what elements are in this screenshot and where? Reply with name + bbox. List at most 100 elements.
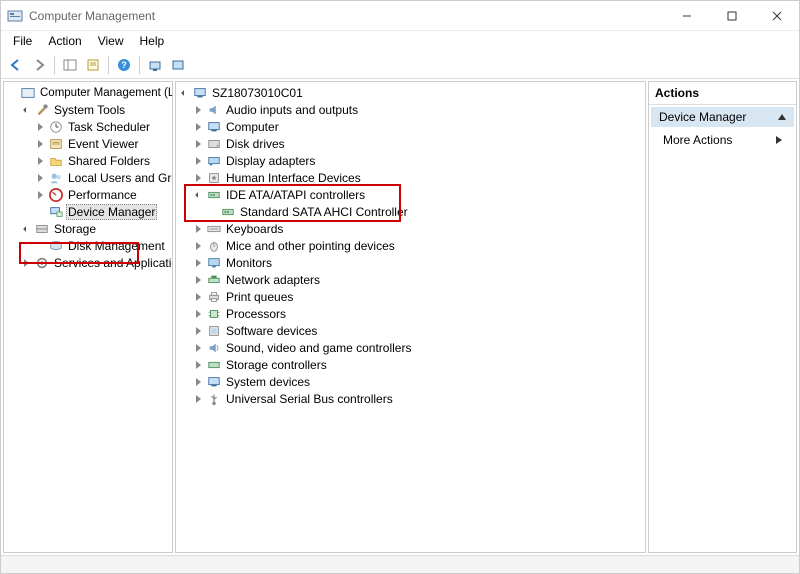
arrow-collapsed-icon[interactable] <box>34 172 46 184</box>
users-icon <box>48 170 64 186</box>
device-keyboards[interactable]: Keyboards <box>176 220 645 237</box>
tree-label: Task Scheduler <box>66 120 152 134</box>
menu-view[interactable]: View <box>90 32 132 50</box>
scope-tree-panel[interactable]: Computer Management (Local) System Tools… <box>3 81 173 553</box>
device-label: Human Interface Devices <box>224 171 363 185</box>
device-display[interactable]: Display adapters <box>176 152 645 169</box>
arrow-collapsed-icon[interactable] <box>192 359 204 371</box>
tree-disk-management[interactable]: Disk Management <box>4 237 172 254</box>
separator <box>139 56 140 74</box>
device-mice[interactable]: Mice and other pointing devices <box>176 237 645 254</box>
arrow-collapsed-icon[interactable] <box>192 121 204 133</box>
device-label: Network adapters <box>224 273 322 287</box>
device-label: IDE ATA/ATAPI controllers <box>224 188 367 202</box>
tree-local-users[interactable]: Local Users and Groups <box>4 169 172 186</box>
help-button[interactable]: ? <box>113 54 135 76</box>
tree-services-apps[interactable]: Services and Applications <box>4 254 172 271</box>
tree-task-scheduler[interactable]: Task Scheduler <box>4 118 172 135</box>
properties-button[interactable] <box>82 54 104 76</box>
close-button[interactable] <box>754 1 799 31</box>
arrow-collapsed-icon[interactable] <box>192 325 204 337</box>
device-label: SZ18073010C01 <box>210 86 305 100</box>
services-icon <box>34 255 50 271</box>
device-ide[interactable]: IDE ATA/ATAPI controllers <box>176 186 645 203</box>
tree-device-manager[interactable]: Device Manager <box>4 203 172 220</box>
spacer <box>34 206 46 218</box>
arrow-collapsed-icon[interactable] <box>192 291 204 303</box>
arrow-collapsed-icon[interactable] <box>192 104 204 116</box>
device-label: Monitors <box>224 256 274 270</box>
arrow-expanded-icon[interactable] <box>20 223 32 235</box>
arrow-collapsed-icon[interactable] <box>192 257 204 269</box>
app-icon <box>7 8 23 24</box>
usb-icon <box>206 391 222 407</box>
hid-icon <box>206 170 222 186</box>
arrow-collapsed-icon[interactable] <box>192 342 204 354</box>
tree-storage[interactable]: Storage <box>4 220 172 237</box>
maximize-button[interactable] <box>709 1 754 31</box>
device-network[interactable]: Network adapters <box>176 271 645 288</box>
device-label: Software devices <box>224 324 319 338</box>
arrow-collapsed-icon[interactable] <box>192 138 204 150</box>
devices-button[interactable] <box>167 54 189 76</box>
arrow-expanded-icon[interactable] <box>20 104 32 116</box>
keyboard-icon <box>206 221 222 237</box>
scan-hardware-button[interactable] <box>144 54 166 76</box>
arrow-collapsed-icon[interactable] <box>34 189 46 201</box>
arrow-collapsed-icon[interactable] <box>192 172 204 184</box>
arrow-collapsed-icon[interactable] <box>192 308 204 320</box>
device-label: System devices <box>224 375 312 389</box>
device-usb[interactable]: Universal Serial Bus controllers <box>176 390 645 407</box>
forward-button[interactable] <box>28 54 50 76</box>
tree-event-viewer[interactable]: Event Viewer <box>4 135 172 152</box>
ide-controller-icon <box>206 187 222 203</box>
system-devices-icon <box>206 374 222 390</box>
arrow-collapsed-icon[interactable] <box>192 240 204 252</box>
device-audio[interactable]: Audio inputs and outputs <box>176 101 645 118</box>
arrow-collapsed-icon[interactable] <box>34 121 46 133</box>
tree-performance[interactable]: Performance <box>4 186 172 203</box>
tree-root-computer-management[interactable]: Computer Management (Local) <box>4 84 172 101</box>
tree-system-tools[interactable]: System Tools <box>4 101 172 118</box>
arrow-expanded-icon[interactable] <box>192 189 204 201</box>
sound-icon <box>206 340 222 356</box>
menu-action[interactable]: Action <box>40 32 89 50</box>
menu-help[interactable]: Help <box>132 32 173 50</box>
back-button[interactable] <box>5 54 27 76</box>
show-hide-tree-button[interactable] <box>59 54 81 76</box>
arrow-collapsed-icon[interactable] <box>20 257 32 269</box>
actions-section-device-manager[interactable]: Device Manager <box>651 107 794 127</box>
device-hid[interactable]: Human Interface Devices <box>176 169 645 186</box>
sata-controller-icon <box>220 204 236 220</box>
device-label: Sound, video and game controllers <box>224 341 413 355</box>
arrow-collapsed-icon[interactable] <box>192 393 204 405</box>
tree-shared-folders[interactable]: Shared Folders <box>4 152 172 169</box>
tree-label: Computer Management (Local) <box>38 87 173 99</box>
device-root[interactable]: SZ18073010C01 <box>176 84 645 101</box>
device-system[interactable]: System devices <box>176 373 645 390</box>
device-monitors[interactable]: Monitors <box>176 254 645 271</box>
arrow-collapsed-icon[interactable] <box>192 376 204 388</box>
device-tree-panel[interactable]: SZ18073010C01 Audio inputs and outputs C… <box>175 81 646 553</box>
menu-file[interactable]: File <box>5 32 40 50</box>
device-storage-controllers[interactable]: Storage controllers <box>176 356 645 373</box>
device-disk[interactable]: Disk drives <box>176 135 645 152</box>
arrow-collapsed-icon[interactable] <box>34 155 46 167</box>
arrow-collapsed-icon[interactable] <box>34 138 46 150</box>
device-print[interactable]: Print queues <box>176 288 645 305</box>
actions-more[interactable]: More Actions <box>649 129 796 151</box>
device-sata-controller[interactable]: Standard SATA AHCI Controller <box>176 203 645 220</box>
arrow-collapsed-icon[interactable] <box>192 155 204 167</box>
device-processors[interactable]: Processors <box>176 305 645 322</box>
device-manager-icon <box>48 204 64 220</box>
arrow-collapsed-icon[interactable] <box>192 274 204 286</box>
minimize-button[interactable] <box>664 1 709 31</box>
software-icon <box>206 323 222 339</box>
mouse-icon <box>206 238 222 254</box>
submenu-arrow-icon <box>776 136 782 144</box>
arrow-collapsed-icon[interactable] <box>192 223 204 235</box>
arrow-expanded-icon[interactable] <box>178 87 190 99</box>
device-software[interactable]: Software devices <box>176 322 645 339</box>
device-sound[interactable]: Sound, video and game controllers <box>176 339 645 356</box>
device-computer[interactable]: Computer <box>176 118 645 135</box>
